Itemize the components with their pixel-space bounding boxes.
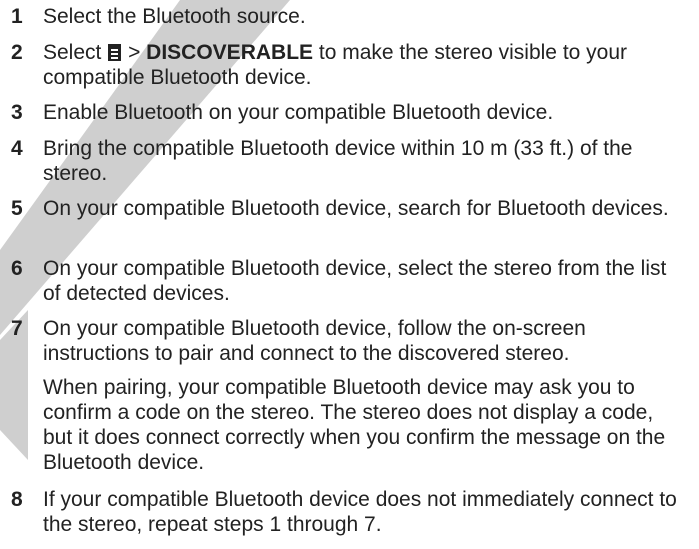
step-text: Enable Bluetooth on your compatible Blue…: [43, 101, 554, 124]
step-text: On your compatible Bluetooth device, sel…: [43, 257, 667, 305]
step-number: 4: [11, 137, 23, 160]
discoverable-label: DISCOVERABLE: [146, 41, 314, 64]
step-number: 1: [11, 5, 23, 28]
step-number: 8: [11, 488, 23, 511]
step-text-pre: Select: [43, 41, 102, 64]
step-number: 5: [11, 197, 23, 220]
step-number: 7: [11, 317, 23, 340]
step-number: 6: [11, 257, 23, 280]
step-number: 2: [11, 41, 23, 64]
step-number: 3: [11, 101, 23, 124]
menu-icon: [108, 44, 122, 61]
step-text: On your compatible Bluetooth device, fol…: [43, 317, 586, 365]
step-separator: >: [128, 41, 141, 64]
step-text: Select > DISCOVERABLE to make the stereo…: [43, 40, 683, 90]
step-text: If your compatible Bluetooth device does…: [43, 488, 677, 536]
step-text: Bring the compatible Bluetooth device wi…: [43, 137, 633, 185]
step-text: Select the Bluetooth source.: [43, 5, 306, 28]
step-note-text: When pairing, your compatible Bluetooth …: [43, 376, 666, 474]
step-text: On your compatible Bluetooth device, sea…: [43, 197, 669, 220]
